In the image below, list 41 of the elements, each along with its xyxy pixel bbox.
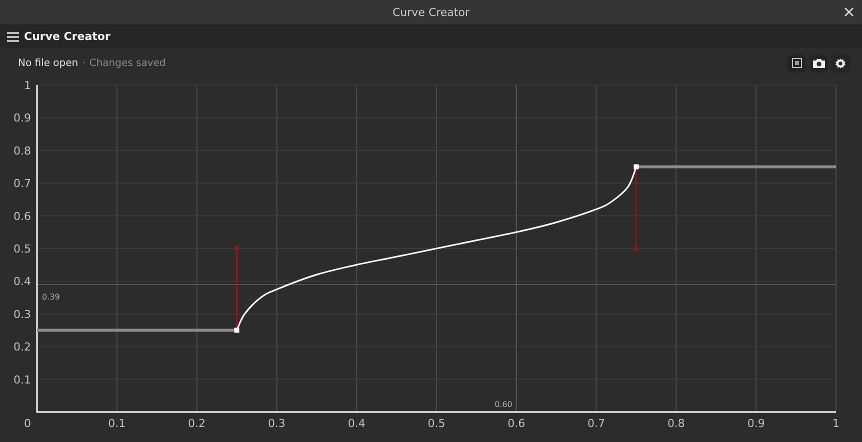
x-tick-label: 0.1 bbox=[108, 417, 126, 430]
x-tick-label: 0.7 bbox=[588, 417, 606, 430]
window-title: Curve Creator bbox=[392, 6, 470, 18]
y-tick-label: 0.1 bbox=[14, 373, 31, 386]
y-tick-label: 0.4 bbox=[14, 275, 31, 288]
y-tick-label: 1 bbox=[24, 79, 31, 92]
status-separator: · bbox=[82, 58, 86, 68]
curve-point[interactable] bbox=[634, 164, 639, 170]
curve-point[interactable] bbox=[234, 328, 240, 333]
tangent-handle[interactable] bbox=[234, 246, 239, 330]
settings-button[interactable] bbox=[831, 54, 850, 72]
close-icon bbox=[844, 7, 854, 17]
x-tick-label: 0.8 bbox=[667, 417, 685, 430]
menu-button[interactable] bbox=[7, 32, 19, 42]
y-tick-label: 0.5 bbox=[14, 242, 31, 256]
cursor-x-readout: 0.60 bbox=[494, 400, 512, 409]
y-tick-label: 0.2 bbox=[14, 340, 31, 354]
x-tick-label: 0.6 bbox=[508, 417, 526, 430]
app-title: Curve Creator bbox=[24, 30, 110, 43]
x-tick-label: 0.4 bbox=[348, 417, 366, 430]
y-tick-label: 0.9 bbox=[14, 112, 31, 125]
y-tick-label: 0.3 bbox=[14, 308, 31, 321]
camera-icon bbox=[812, 58, 824, 68]
origin-label: 0 bbox=[24, 417, 31, 430]
file-status: No file open bbox=[18, 58, 78, 68]
menu-icon bbox=[7, 32, 19, 42]
x-tick-label: 0.2 bbox=[188, 417, 206, 430]
save-status: Changes saved bbox=[89, 58, 166, 68]
cursor-y-readout: 0.39 bbox=[42, 292, 60, 302]
y-tick-label: 0.8 bbox=[14, 144, 31, 158]
y-tick-label: 0.7 bbox=[14, 177, 31, 190]
camera-button[interactable] bbox=[809, 54, 828, 72]
frame-icon bbox=[792, 58, 802, 68]
frame-button[interactable] bbox=[787, 54, 806, 72]
y-tick-label: 0.6 bbox=[14, 210, 31, 223]
x-tick-label: 0.9 bbox=[747, 417, 765, 430]
x-tick-label: 0.3 bbox=[268, 417, 286, 430]
close-button[interactable] bbox=[842, 5, 856, 19]
x-tick-label: 0.5 bbox=[428, 417, 446, 430]
x-tick-label: 1 bbox=[832, 417, 840, 430]
settings-icon bbox=[835, 58, 846, 68]
